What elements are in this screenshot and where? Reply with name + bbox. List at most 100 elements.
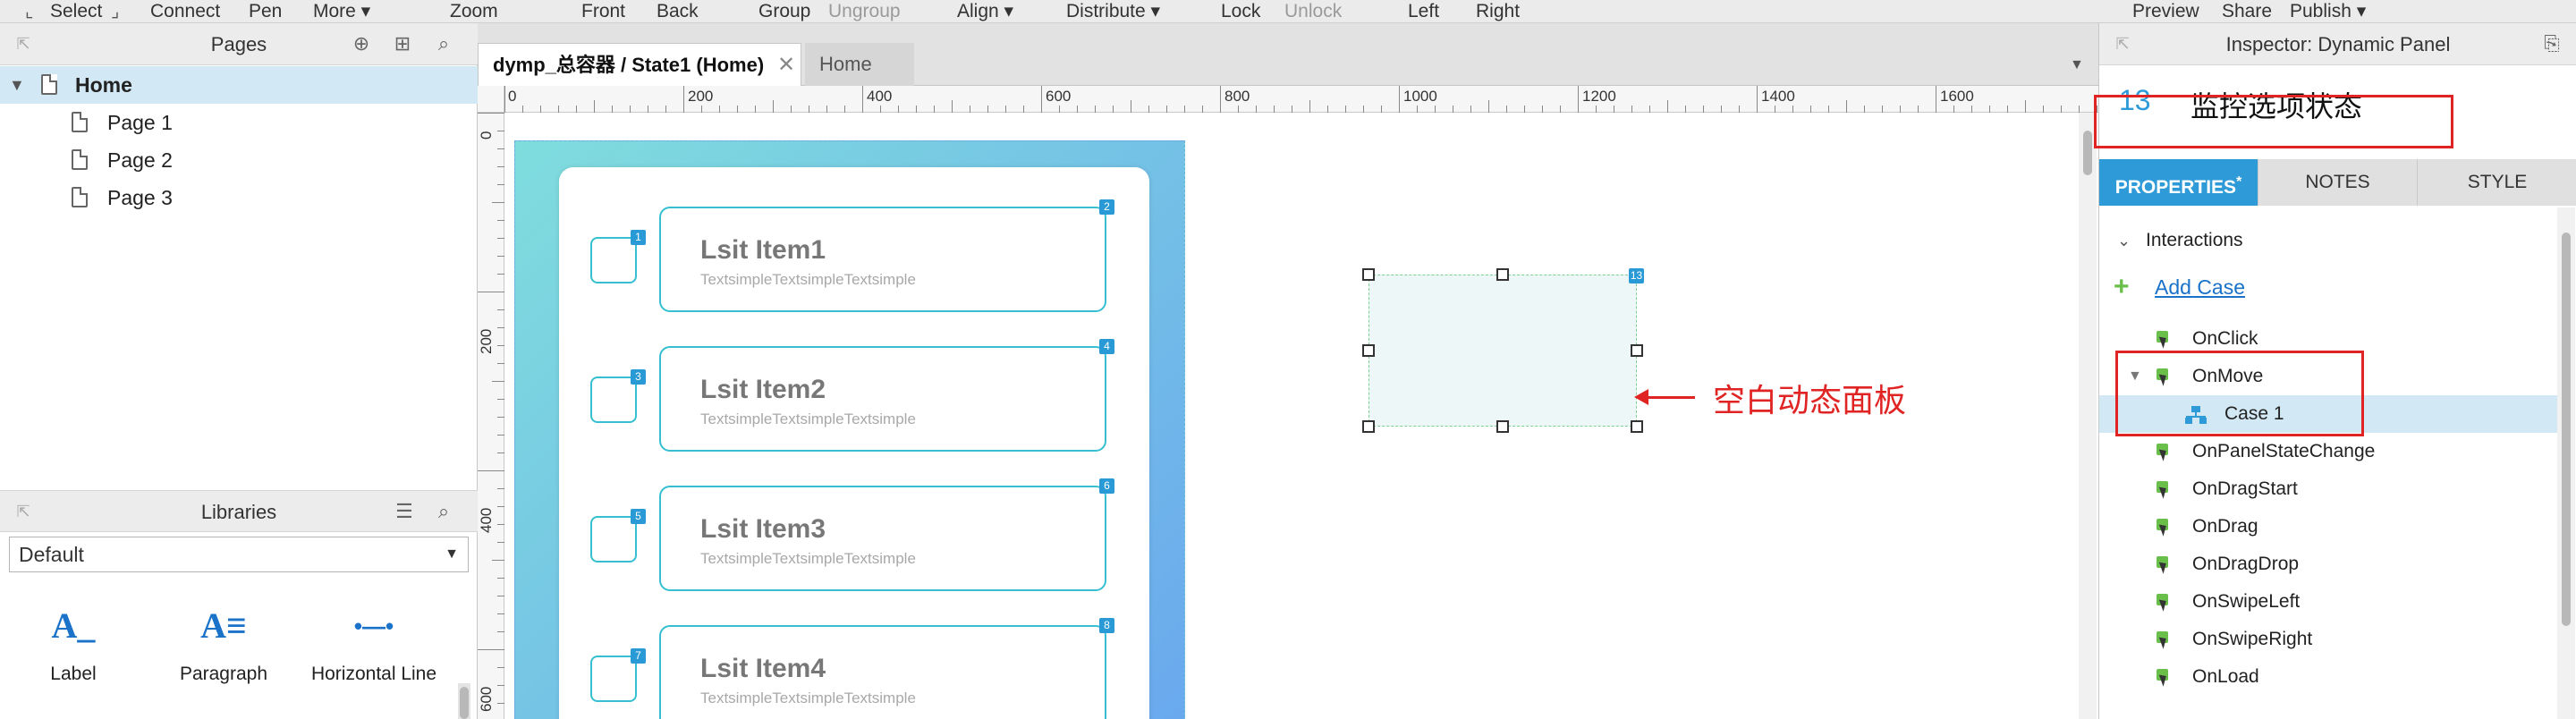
resize-handle-e[interactable] — [1631, 344, 1643, 357]
page-tree-home[interactable]: ▼ Home — [0, 66, 478, 104]
list-item[interactable]: Lsit Item1 TextsimpleTextsimpleTextsimpl… — [659, 207, 1106, 312]
unlock-button[interactable]: Unlock — [1284, 0, 1342, 23]
publish-button[interactable]: Publish ▾ — [2290, 0, 2366, 23]
page-icon — [41, 74, 57, 95]
library-widget-horizontal-line[interactable]: •—• Horizontal Line — [302, 601, 445, 685]
canvas-pane: dymp_总容器 / State1 (Home) ✕ Home ▼ 0 200 … — [478, 23, 2098, 719]
tab-label: NOTES — [2305, 172, 2370, 192]
list-item[interactable]: Lsit Item2 TextsimpleTextsimpleTextsimpl… — [659, 346, 1106, 452]
inspector-scrollbar[interactable] — [2557, 207, 2575, 719]
interactions-section[interactable]: ⌄ Interactions — [2099, 222, 2557, 259]
event-ondragstart[interactable]: OnDragStart — [2099, 470, 2557, 508]
left-panel: ⇱ Pages ⊕ ⊞ ⌕ ▼ Home Page 1 Page 2 Page … — [0, 23, 478, 719]
library-widget-paragraph[interactable]: A≡ Paragraph — [152, 601, 295, 685]
add-page-icon[interactable]: ⊕ — [351, 33, 372, 55]
group-button[interactable]: Group — [758, 0, 810, 23]
canvas-scrollbar[interactable] — [2079, 113, 2097, 719]
event-onswiperight[interactable]: OnSwipeRight — [2099, 621, 2557, 658]
left-button[interactable]: Left — [1408, 0, 1439, 23]
tab-notes[interactable]: NOTES — [2258, 159, 2418, 206]
inspector-title: Inspector: Dynamic Panel — [2225, 33, 2451, 55]
resize-handle-n[interactable] — [1496, 268, 1509, 281]
list-item-subtitle: TextsimpleTextsimpleTextsimple — [700, 271, 916, 288]
zoom-button[interactable]: Zoom — [450, 0, 498, 23]
page-tree-page-3[interactable]: Page 3 — [0, 179, 478, 216]
resize-handle-w[interactable] — [1362, 344, 1375, 357]
tab-home[interactable]: Home — [805, 43, 914, 86]
resize-handle-se[interactable] — [1631, 420, 1643, 433]
event-icon — [2157, 669, 2174, 687]
add-case-row: + Add Case — [2099, 268, 2557, 306]
event-label: OnSwipeRight — [2192, 629, 2313, 649]
tab-properties[interactable]: PROPERTIES* — [2099, 159, 2258, 206]
right-button[interactable]: Right — [1476, 0, 1520, 23]
close-icon[interactable]: ✕ — [777, 44, 795, 87]
libraries-scrollbar[interactable] — [458, 683, 470, 719]
send-back-button[interactable]: Back — [657, 0, 699, 23]
list-item[interactable]: Lsit Item4 TextsimpleTextsimpleTextsimpl… — [659, 625, 1106, 719]
tabs-overflow-icon[interactable]: ▼ — [2070, 57, 2084, 73]
annotation-arrow-line — [1641, 396, 1695, 399]
align-button[interactable]: Align ▾ — [957, 0, 1013, 23]
widget-badge: 8 — [1099, 618, 1114, 633]
widget-badge: 5 — [631, 509, 646, 524]
tab-label: dymp_总容器 / State1 (Home) — [493, 54, 765, 76]
resize-handle-sw[interactable] — [1362, 420, 1375, 433]
resize-handle-nw[interactable] — [1362, 268, 1375, 281]
chevron-down-icon: ▼ — [445, 546, 459, 562]
distribute-button[interactable]: Distribute ▾ — [1066, 0, 1160, 23]
scrollbar-thumb[interactable] — [2562, 233, 2571, 626]
tab-style[interactable]: STYLE — [2418, 159, 2576, 206]
expand-arrow-icon[interactable]: ▼ — [9, 66, 25, 104]
event-icon — [2157, 594, 2174, 612]
tab-state1-home[interactable]: dymp_总容器 / State1 (Home) ✕ — [478, 43, 801, 86]
connect-tool-button[interactable]: Connect — [150, 0, 220, 23]
add-folder-icon[interactable]: ⊞ — [392, 33, 413, 55]
menu-icon[interactable]: ☰ — [394, 501, 415, 522]
event-ondrag[interactable]: OnDrag — [2099, 508, 2557, 546]
inspector-tabs: PROPERTIES* NOTES STYLE — [2099, 159, 2576, 206]
event-onswipeleft[interactable]: OnSwipeLeft — [2099, 583, 2557, 621]
library-select[interactable]: Default ▼ — [9, 537, 469, 572]
design-canvas[interactable]: 1 Lsit Item1 TextsimpleTextsimpleTextsim… — [505, 114, 2098, 719]
ruler-corner — [478, 86, 504, 113]
list-item-subtitle: TextsimpleTextsimpleTextsimple — [700, 410, 916, 427]
list-item[interactable]: Lsit Item3 TextsimpleTextsimpleTextsimpl… — [659, 486, 1106, 591]
page-tree-home-label: Home — [75, 73, 132, 97]
share-button[interactable]: Share — [2222, 0, 2272, 23]
ungroup-button[interactable]: Ungroup — [828, 0, 901, 23]
library-widget-label[interactable]: A_ Label — [2, 601, 145, 685]
preview-button[interactable]: Preview — [2132, 0, 2199, 23]
ruler-label: 200 — [688, 88, 714, 105]
scrollbar-thumb[interactable] — [460, 687, 469, 719]
more-tools-button[interactable]: More ▾ — [313, 0, 370, 23]
page-tree-label: Page 3 — [107, 186, 173, 209]
scrollbar-thumb[interactable] — [2083, 131, 2092, 175]
library-select-value: Default — [19, 543, 84, 566]
search-icon[interactable]: ⌕ — [433, 501, 454, 522]
event-ondragdrop[interactable]: OnDragDrop — [2099, 546, 2557, 583]
event-onpanelstatechange[interactable]: OnPanelStateChange — [2099, 433, 2557, 470]
event-label: OnDragDrop — [2192, 554, 2300, 574]
bring-front-button[interactable]: Front — [581, 0, 625, 23]
list-card[interactable]: 1 Lsit Item1 TextsimpleTextsimpleTextsim… — [559, 167, 1149, 719]
empty-dynamic-panel[interactable] — [1368, 275, 1637, 427]
add-case-link[interactable]: Add Case — [2155, 268, 2245, 306]
lock-button[interactable]: Lock — [1221, 0, 1260, 23]
page-tree-page-1[interactable]: Page 1 — [0, 104, 478, 141]
ruler-ticks — [504, 86, 2097, 113]
page-tree-page-2[interactable]: Page 2 — [0, 141, 478, 179]
select-tool-button[interactable]: Select — [50, 0, 102, 23]
event-onload[interactable]: OnLoad — [2099, 658, 2557, 696]
notes-icon[interactable]: ⎘ — [2541, 33, 2563, 55]
highlight-box — [2115, 351, 2364, 436]
vertical-ruler: 0 200 400 600 — [478, 113, 504, 719]
horizontal-ruler: 0 200 400 600 800 1000 1200 1400 1600 — [504, 86, 2098, 113]
pen-tool-button[interactable]: Pen — [249, 0, 282, 23]
ruler-label: 600 — [1046, 88, 1072, 105]
resize-handle-s[interactable] — [1496, 420, 1509, 433]
ruler-label: 0 — [478, 131, 495, 140]
ruler-label: 600 — [478, 686, 495, 712]
search-icon[interactable]: ⌕ — [433, 33, 454, 55]
page-tree-label: Page 1 — [107, 111, 173, 134]
